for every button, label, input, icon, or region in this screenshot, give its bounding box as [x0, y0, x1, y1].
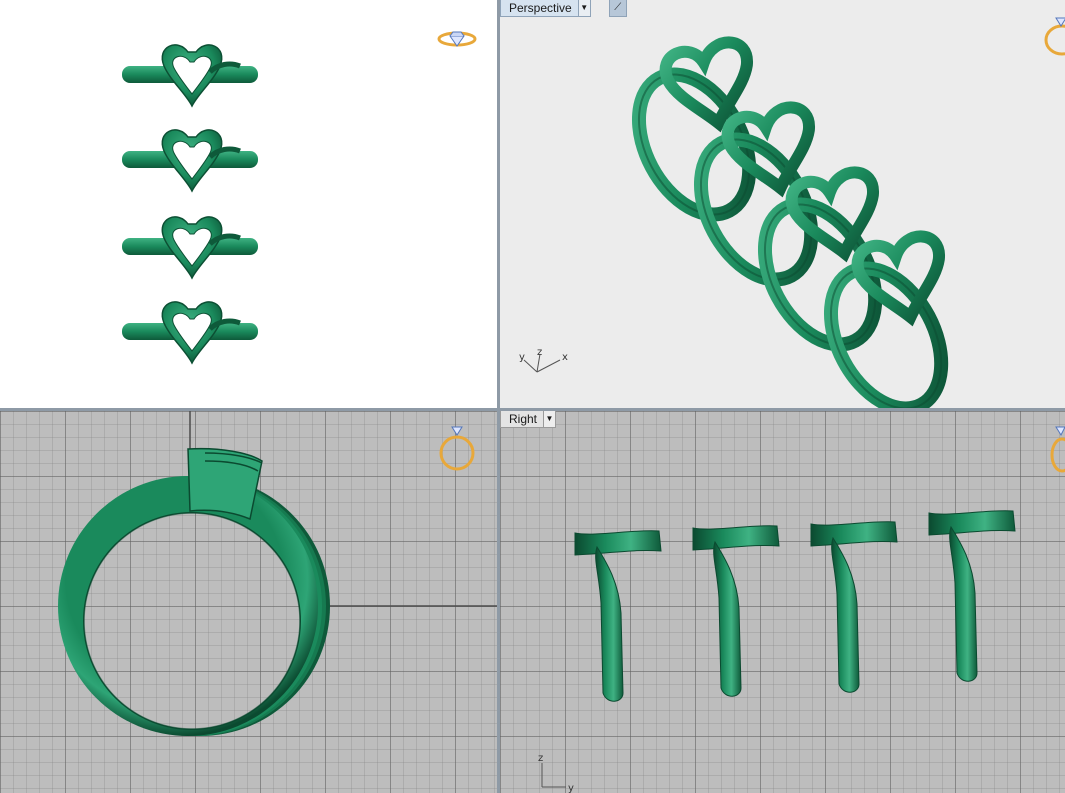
ring-widget-icon[interactable] [1046, 421, 1065, 477]
top-viewport[interactable] [0, 0, 497, 408]
ring-top-1 [122, 45, 258, 106]
axis-label-y: y [519, 352, 525, 363]
perspective-canvas: y z x [519, 0, 1065, 408]
ring-side-2 [692, 525, 780, 697]
axis-label-y: y [568, 783, 574, 793]
axis-triad-right: z y [538, 753, 574, 793]
front-viewport[interactable] [0, 411, 497, 793]
right-view-canvas: z y [538, 510, 1016, 793]
ring-widget-icon[interactable] [436, 421, 478, 477]
ring-widget-icon[interactable] [1040, 12, 1065, 56]
axis-label-z: z [537, 347, 542, 358]
top-view-canvas [0, 0, 497, 408]
ring-side-4 [928, 510, 1016, 682]
right-viewport[interactable]: Right ▼ z y [500, 411, 1065, 793]
axis-triad: y z x [519, 347, 568, 373]
ring-top-3 [122, 217, 258, 278]
ring-widget-icon[interactable] [436, 26, 478, 52]
front-view-canvas [58, 411, 497, 736]
ring-perspective-4 [808, 233, 963, 408]
ring-top-2 [122, 130, 258, 191]
ring-side-1 [574, 530, 662, 702]
perspective-viewport[interactable]: Perspective ▼ ⟋ y z x [500, 0, 1065, 408]
axis-label-z: z [538, 753, 543, 764]
ring-side-3 [810, 521, 898, 693]
ring-front-stack [58, 447, 330, 736]
axis-label-x: x [562, 352, 568, 363]
ring-top-4 [122, 302, 258, 363]
